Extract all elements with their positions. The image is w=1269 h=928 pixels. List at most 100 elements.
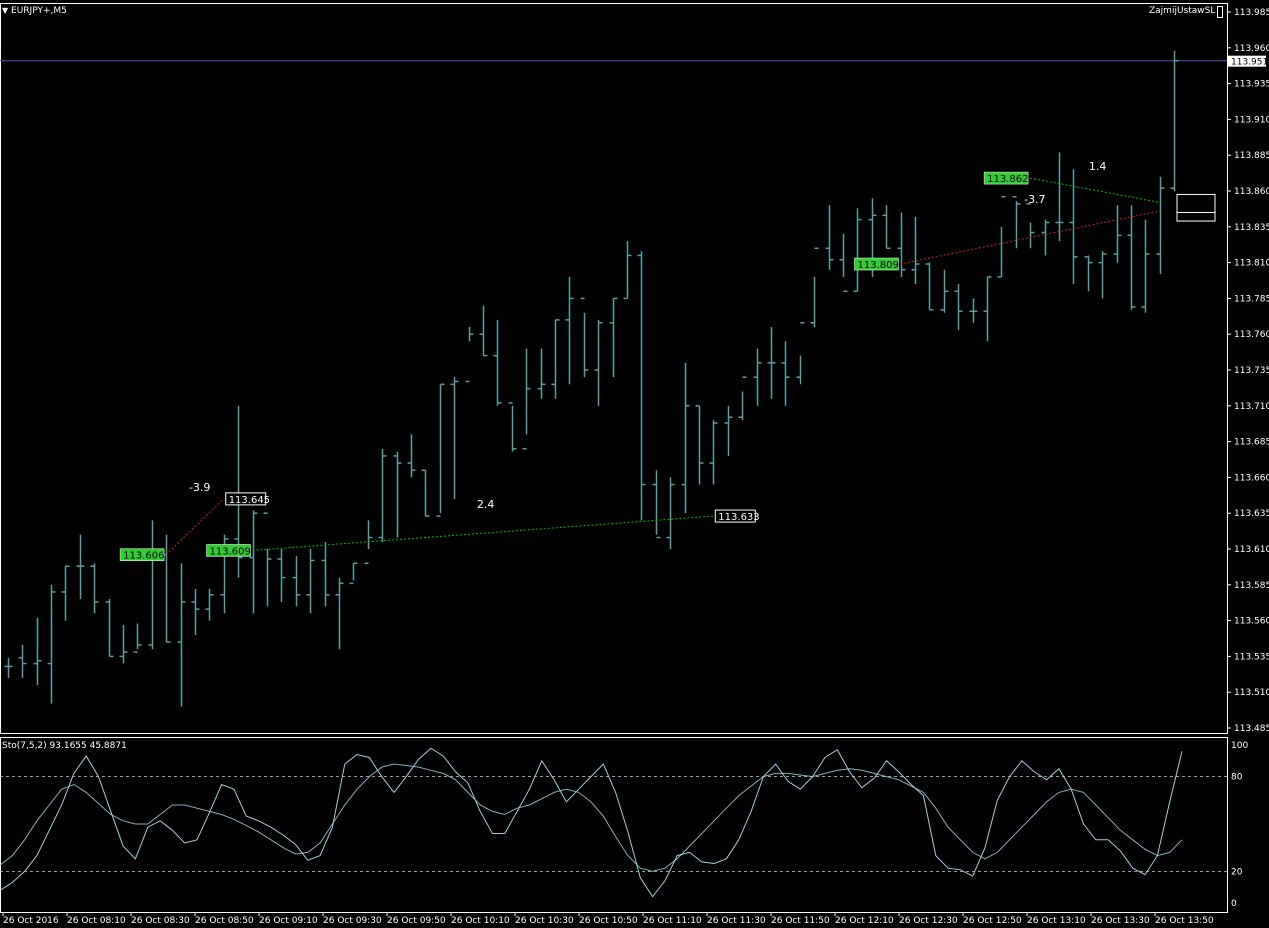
price-tick-label: 113.585 (1234, 581, 1269, 591)
ohlc-bar (724, 405, 733, 456)
ohlc-bar (825, 205, 834, 270)
expert-name-label: ZajmijUstawSL (1149, 6, 1216, 16)
ohlc-bar (148, 520, 157, 650)
ohlc-bar (1098, 251, 1107, 299)
price-tick-label: 113.710 (1234, 402, 1269, 412)
ohlc-bar (781, 341, 790, 406)
trade-profit-label: -3.9 (189, 481, 210, 494)
trade-open-label: 113.609 (210, 546, 251, 557)
ohlc-bar (940, 269, 949, 313)
ohlc-bar (349, 562, 358, 585)
ohlc-bar (292, 556, 301, 607)
ohlc-bar (796, 321, 805, 385)
price-tick-label: 113.510 (1234, 688, 1269, 698)
ohlc-bar (18, 644, 27, 678)
ohlc-bar (177, 563, 186, 707)
ohlc-bar (580, 297, 589, 378)
ohlc-bar (925, 262, 934, 311)
time-tick-label: 26 Oct 12:30 (899, 916, 958, 926)
trade-line (900, 210, 1160, 265)
ohlc-bar (983, 276, 992, 342)
trade-open-label: 113.809 (858, 260, 899, 271)
ohlc-bar (321, 541, 330, 607)
stoch-tick-label: 0 (1231, 899, 1237, 909)
ohlc-bar (609, 297, 618, 378)
ohlc-bar (191, 589, 200, 635)
ohlc-bar (277, 549, 286, 602)
price-tick-label: 113.685 (1234, 438, 1269, 448)
ohlc-bar (1055, 152, 1064, 242)
stoch-main-line (0, 747, 1183, 898)
time-tick-label: 26 Oct 12:50 (963, 916, 1022, 926)
price-tick-label: 113.810 (1234, 259, 1269, 269)
price-tick-label: 113.835 (1234, 223, 1269, 233)
price-tick-label: 113.635 (1234, 509, 1269, 519)
trade-marker: 113.609 113.633 2.4 (206, 498, 760, 557)
stoch-tick-label: 100 (1231, 741, 1248, 751)
time-tick-label: 26 Oct 11:10 (643, 916, 702, 926)
ohlc-bar (594, 319, 603, 406)
stoch-signal-line (0, 763, 1183, 872)
ohlc-bar (90, 563, 99, 614)
ohlc-bar (954, 284, 963, 330)
time-tick-label: 26 Oct 13:30 (1091, 916, 1150, 926)
price-tick-label: 113.910 (1234, 115, 1269, 125)
ohlc-bar (508, 402, 517, 452)
ohlc-bar (61, 565, 70, 621)
price-tick-label: 113.885 (1234, 151, 1269, 161)
ohlc-bar (249, 510, 258, 614)
trade-close-label: 113.645 (229, 495, 270, 506)
ohlc-bar (551, 319, 560, 399)
ohlc-bar (450, 377, 459, 499)
time-tick-label: 26 Oct 13:50 (1155, 916, 1214, 926)
ohlc-bar (105, 599, 114, 658)
price-tick-label: 113.935 (1234, 80, 1269, 90)
ohlc-bar (681, 362, 690, 514)
chart-canvas[interactable]: 113.985 113.960 113.935 113.910 113.885 113.8… (0, 0, 1269, 928)
trade-line (1030, 177, 1160, 203)
time-tick-label: 26 Oct 10:10 (451, 916, 510, 926)
ohlc-bar (493, 319, 502, 406)
price-tick-label: 113.960 (1234, 44, 1269, 54)
ohlc-bar (997, 195, 1006, 278)
stoch-tick-label: 80 (1231, 773, 1243, 783)
ohlc-bar (637, 251, 646, 521)
ohlc-bar (810, 247, 819, 328)
ohlc-bar (695, 405, 704, 485)
symbol-label[interactable]: ▼ EURJPY+,M5 (2, 5, 67, 17)
ohlc-bar (709, 420, 718, 485)
ohlc-bar (652, 470, 661, 539)
stoch-panel-border (0, 737, 1228, 913)
price-tick-label: 113.610 (1234, 545, 1269, 555)
dropdown-triangle-icon[interactable]: ▼ (2, 6, 8, 15)
ohlc-bar (882, 205, 891, 250)
ohlc-bar (33, 617, 42, 686)
trade-line (252, 515, 714, 551)
ohlc-bar (969, 298, 978, 323)
ohlc-bar (133, 623, 142, 653)
price-tick-label: 113.985 (1234, 8, 1269, 18)
ohlc-bar (1170, 50, 1179, 191)
time-tick-label: 26 Oct 13:10 (1027, 916, 1086, 926)
ohlc-bar (911, 216, 920, 285)
price-tick-label: 113.760 (1234, 330, 1269, 340)
time-tick-label: 26 Oct 11:30 (707, 916, 766, 926)
ohlc-bar (1156, 176, 1165, 275)
ohlc-bar (335, 577, 344, 650)
ohlc-bar (479, 305, 488, 357)
indicator-label: Sto(7,5,2) 93.1655 45.8871 (2, 741, 127, 751)
price-tick-label: 113.660 (1234, 473, 1269, 483)
ohlc-bar (306, 549, 315, 614)
ohlc-bar (393, 451, 402, 538)
stoch-tick-label: 20 (1231, 867, 1243, 877)
trade-open-label: 113.606 (123, 551, 164, 562)
ohlc-bar (839, 233, 848, 292)
time-tick-label: 26 Oct 12:10 (835, 916, 894, 926)
expert-status-icon[interactable] (1217, 6, 1223, 18)
ohlc-bar (436, 383, 445, 517)
time-tick-label: 26 Oct 09:30 (323, 916, 382, 926)
ohlc-bar (76, 534, 85, 600)
time-tick-label: 26 Oct 10:30 (515, 916, 574, 926)
price-tick-label: 113.785 (1234, 294, 1269, 304)
ohlc-bar (565, 276, 574, 385)
